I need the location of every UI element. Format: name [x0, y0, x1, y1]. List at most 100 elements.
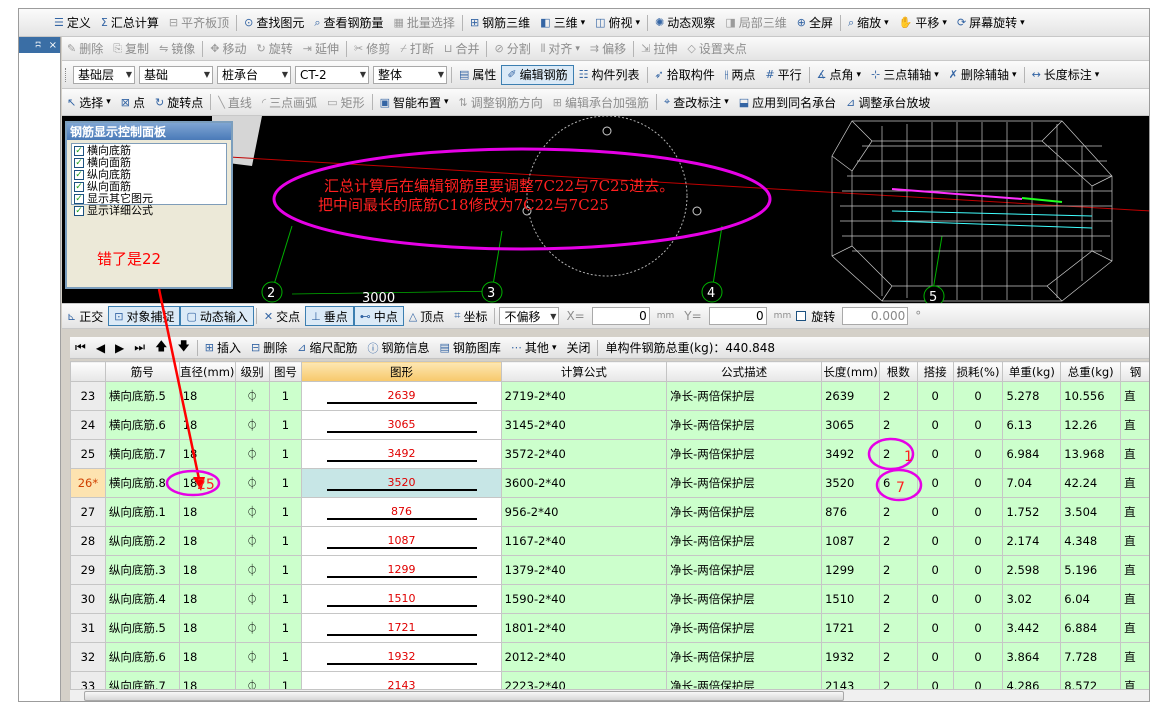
offset-button[interactable]: ⇉ 偏移: [585, 39, 631, 59]
cell-loss[interactable]: 0: [952, 410, 1004, 440]
column-header[interactable]: 图形: [301, 361, 502, 382]
cell-name[interactable]: 横向底筋.5: [104, 381, 180, 411]
adjust-slope-button[interactable]: ⊿ 调整承台放坡: [841, 92, 935, 112]
cell-loss[interactable]: 0: [952, 613, 1004, 643]
cell-count[interactable]: 2: [879, 497, 918, 527]
cell-len[interactable]: 3520: [821, 468, 881, 498]
delete-row-button[interactable]: ⊟ 删除: [246, 338, 292, 358]
cell-grade[interactable]: ⏀: [234, 642, 270, 672]
prev-record-button[interactable]: ◀: [91, 338, 110, 358]
cell-desc[interactable]: 净长-两倍保护层: [666, 410, 823, 440]
cell-shape[interactable]: 3065: [301, 410, 502, 440]
cell-loss[interactable]: 0: [952, 381, 1004, 411]
cell-dia[interactable]: 18: [178, 613, 236, 643]
arc-button[interactable]: ◜ 三点画弧: [257, 92, 322, 112]
cell-name[interactable]: 横向底筋.6: [104, 410, 180, 440]
panel-item[interactable]: ✓ 显示详细公式: [74, 205, 224, 217]
cell-shape[interactable]: 876: [301, 497, 502, 527]
cell-total[interactable]: 42.24: [1060, 468, 1122, 498]
properties-button[interactable]: ▤ 属性: [454, 65, 501, 85]
cell-total[interactable]: 6.884: [1060, 613, 1122, 643]
cell-loss[interactable]: 0: [952, 468, 1004, 498]
break-button[interactable]: ⌿ 打断: [395, 39, 439, 59]
cell-len[interactable]: 1721: [821, 613, 881, 643]
move-button[interactable]: ✥ 移动: [205, 39, 251, 59]
checkbox-checked-icon[interactable]: ✓: [74, 206, 84, 216]
cell-unit[interactable]: 3.442: [1002, 613, 1062, 643]
cell-formula[interactable]: 1801-2*40: [500, 613, 668, 643]
edit-strengthen-button[interactable]: ⊞ 编辑承台加强筋: [548, 92, 654, 112]
copy-button[interactable]: ⎘ 复制: [108, 39, 154, 59]
level-button[interactable]: ⊟ 平齐板顶: [164, 13, 234, 33]
next-record-button[interactable]: ▶: [110, 338, 129, 358]
sigma-button[interactable]: Σ 汇总计算: [96, 13, 164, 33]
cell-count[interactable]: 2: [879, 526, 918, 556]
batch-select-button[interactable]: ▦ 批量选择: [389, 13, 460, 33]
checkbox-checked-icon[interactable]: ✓: [74, 182, 84, 192]
cell-lap[interactable]: 0: [916, 468, 954, 498]
cell-dia[interactable]: 18: [178, 381, 236, 411]
column-header[interactable]: 公式描述: [666, 361, 823, 382]
element-type-select[interactable]: 桩承台 ▼: [217, 65, 291, 84]
cell-unit[interactable]: 2.598: [1002, 555, 1062, 585]
column-header[interactable]: 筋号: [104, 361, 180, 382]
cell-type[interactable]: 直: [1120, 381, 1149, 411]
cell-type[interactable]: 直: [1120, 410, 1149, 440]
orbit-button[interactable]: ✺ 动态观察: [650, 13, 720, 33]
scrollbar-thumb[interactable]: [84, 691, 844, 701]
cell-lap[interactable]: 0: [916, 439, 954, 469]
top-view-button[interactable]: ◫ 俯视 ▾: [590, 13, 645, 33]
smart-layout-button[interactable]: ▣ 智能布置 ▾: [375, 92, 454, 112]
offset-mode-select[interactable]: 不偏移 ▼: [499, 307, 560, 325]
cell-grade[interactable]: ⏀: [234, 468, 270, 498]
column-header[interactable]: 根数: [879, 361, 918, 382]
check-label-button[interactable]: ⌖ 查改标注 ▾: [659, 92, 734, 112]
fullscreen-button[interactable]: ⊕ 全屏: [792, 13, 838, 33]
checkbox-checked-icon[interactable]: ✓: [74, 146, 84, 156]
cell-lap[interactable]: 0: [916, 526, 954, 556]
cell-formula[interactable]: 3572-2*40: [500, 439, 668, 469]
rebar-library-button[interactable]: ▤ 钢筋图库: [435, 338, 506, 358]
cell-fig[interactable]: 1: [268, 468, 303, 498]
dynamic-input-toggle[interactable]: ▢ 动态输入: [180, 306, 254, 326]
other-button[interactable]: ⋯ 其他 ▾: [506, 338, 562, 358]
rectangle-button[interactable]: ▭ 矩形: [322, 92, 369, 112]
cell-grade[interactable]: ⏀: [234, 381, 270, 411]
cell-grade[interactable]: ⏀: [234, 410, 270, 440]
column-header[interactable]: 单重(kg): [1002, 361, 1062, 382]
cell-name[interactable]: 纵向底筋.1: [104, 497, 180, 527]
apply-same-button[interactable]: ⬓ 应用到同名承台: [734, 92, 841, 112]
cell-total[interactable]: 7.728: [1060, 642, 1122, 672]
cell-desc[interactable]: 净长-两倍保护层: [666, 468, 823, 498]
cell-name[interactable]: 纵向底筋.2: [104, 526, 180, 556]
cell-type[interactable]: 直: [1120, 497, 1149, 527]
cell-type[interactable]: 直: [1120, 468, 1149, 498]
close-icon[interactable]: ×: [49, 40, 57, 51]
column-header[interactable]: [70, 361, 106, 382]
column-header[interactable]: 计算公式: [500, 361, 668, 382]
cell-desc[interactable]: 净长-两倍保护层: [666, 439, 823, 469]
cell-shape[interactable]: 3492: [301, 439, 502, 469]
cell-shape[interactable]: 1932: [301, 642, 502, 672]
cell-loss[interactable]: 0: [952, 584, 1004, 614]
align-button[interactable]: ⫴ 对齐 ▾: [536, 39, 585, 59]
cell-shape[interactable]: 1721: [301, 613, 502, 643]
cell-unit[interactable]: 2.174: [1002, 526, 1062, 556]
cell-type[interactable]: 直: [1120, 642, 1149, 672]
cell-unit[interactable]: 3.864: [1002, 642, 1062, 672]
pick-button[interactable]: ➶ 拾取构件: [650, 65, 720, 85]
move-up-button[interactable]: 🡅: [150, 338, 172, 358]
cell-lap[interactable]: 0: [916, 555, 954, 585]
scope-select[interactable]: 整体 ▼: [373, 65, 447, 84]
cell-loss[interactable]: 0: [952, 642, 1004, 672]
dimension-button[interactable]: ↔ 长度标注 ▾: [1027, 65, 1105, 85]
cell-grade[interactable]: ⏀: [234, 555, 270, 585]
cell-type[interactable]: 直: [1120, 555, 1149, 585]
cell-lap[interactable]: 0: [916, 613, 954, 643]
grip-point-button[interactable]: ◇ 设置夹点: [682, 39, 751, 59]
column-header[interactable]: 总重(kg): [1060, 361, 1122, 382]
cell-dia[interactable]: 18: [178, 642, 236, 672]
cell-fig[interactable]: 1: [268, 381, 303, 411]
cell-type[interactable]: 直: [1120, 584, 1149, 614]
screen-rotate-button[interactable]: ⟳ 屏幕旋转 ▾: [952, 13, 1030, 33]
